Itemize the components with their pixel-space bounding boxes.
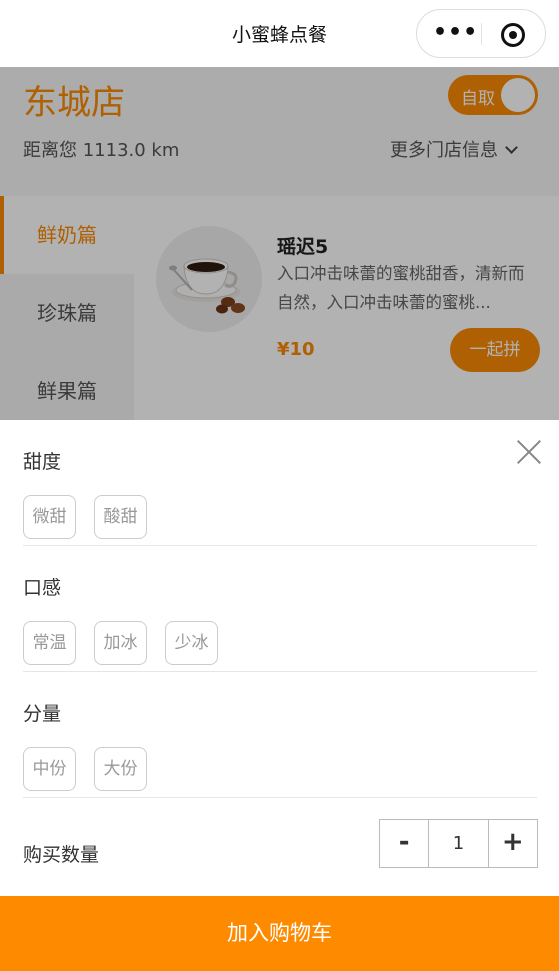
spec-group-sweetness: 甜度 微甜 酸甜 — [0, 420, 559, 546]
divider — [23, 797, 537, 798]
capsule-divider — [481, 23, 482, 45]
spec-group-texture: 口感 常温 加冰 少冰 — [0, 546, 559, 672]
quantity-value[interactable]: 1 — [428, 820, 489, 867]
spec-option[interactable]: 酸甜 — [94, 495, 147, 539]
spec-options: 常温 加冰 少冰 — [23, 621, 218, 665]
spec-title: 分量 — [23, 703, 62, 725]
spec-option[interactable]: 常温 — [23, 621, 76, 665]
increment-button[interactable]: + — [489, 820, 537, 867]
spec-title: 甜度 — [23, 451, 62, 473]
quantity-stepper: - 1 + — [379, 819, 538, 868]
spec-group-size: 分量 中份 大份 — [0, 672, 559, 798]
quantity-row: 购买数量 - 1 + — [0, 810, 559, 896]
mini-program-capsule: ••• — [416, 9, 546, 58]
decrement-button[interactable]: - — [380, 820, 428, 867]
spec-title: 口感 — [23, 577, 62, 599]
more-dots-icon[interactable]: ••• — [433, 22, 478, 44]
spec-option[interactable]: 微甜 — [23, 495, 76, 539]
navbar: 小蜜蜂点餐 ••• — [0, 0, 559, 67]
modal-mask[interactable] — [0, 67, 559, 420]
add-to-cart-button[interactable]: 加入购物车 — [0, 896, 559, 971]
target-icon[interactable] — [501, 23, 525, 47]
spec-option[interactable]: 大份 — [94, 747, 147, 791]
spec-option[interactable]: 加冰 — [94, 621, 147, 665]
spec-options: 中份 大份 — [23, 747, 147, 791]
spec-option[interactable]: 少冰 — [165, 621, 218, 665]
quantity-label: 购买数量 — [23, 844, 100, 866]
spec-option[interactable]: 中份 — [23, 747, 76, 791]
spec-sheet: 甜度 微甜 酸甜 口感 常温 加冰 少冰 分量 中份 大份 购买数量 - 1 +… — [0, 420, 559, 971]
spec-options: 微甜 酸甜 — [23, 495, 147, 539]
